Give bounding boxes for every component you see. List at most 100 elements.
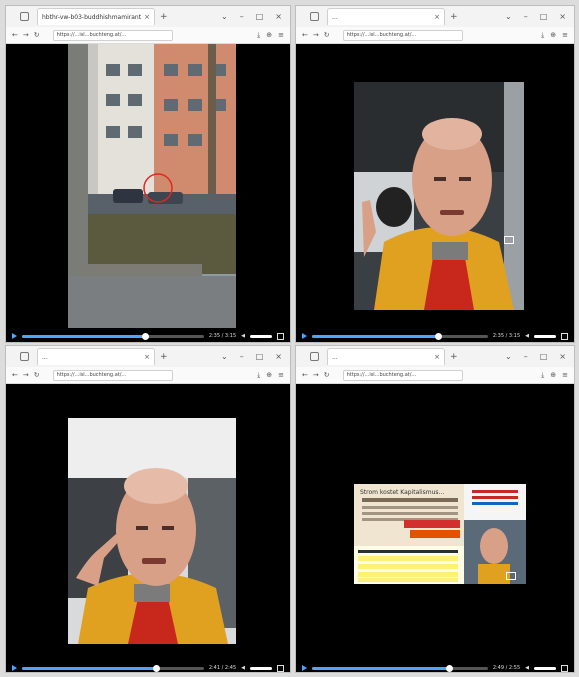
nav-bar: ← → ↻ https://...isl...buchteng.at/... ⤓…	[296, 27, 574, 44]
minimize-icon[interactable]: –	[524, 352, 528, 361]
close-window-icon[interactable]: ×	[275, 352, 282, 361]
fullscreen-icon[interactable]	[561, 332, 568, 340]
time-display: 2:35 / 3:15	[208, 333, 237, 339]
maximize-icon[interactable]: □	[256, 12, 264, 21]
tab-active[interactable]: ... ×	[327, 8, 445, 25]
volume-slider[interactable]	[534, 334, 556, 338]
back-arrow-icon[interactable]: ←	[12, 371, 18, 379]
fullscreen-icon[interactable]	[277, 332, 284, 340]
tab-active[interactable]: ... ×	[37, 348, 155, 365]
toolbar-icons: ⤓ ⊕ ≡	[541, 31, 574, 40]
play-icon[interactable]	[302, 333, 307, 339]
tab-overview-icon[interactable]	[20, 352, 29, 361]
video-frame[interactable]	[68, 44, 236, 328]
url-text: https://...isl...buchteng.at/...	[346, 372, 417, 378]
minimize-icon[interactable]: –	[524, 12, 528, 21]
window-controls: ⌄ – □ ×	[221, 352, 290, 361]
chevron-down-icon[interactable]: ⌄	[505, 352, 512, 361]
url-text: https://...isl...buchteng.at/...	[56, 32, 127, 38]
menu-icon[interactable]: ≡	[278, 31, 284, 40]
close-window-icon[interactable]: ×	[275, 12, 282, 21]
minimize-icon[interactable]: –	[240, 352, 244, 361]
volume-icon[interactable]: ◀	[525, 665, 529, 671]
download-icon[interactable]: ⤓	[257, 31, 260, 40]
reload-icon[interactable]: ↻	[324, 31, 330, 39]
tab-title: ...	[332, 13, 338, 21]
extensions-icon[interactable]: ⊕	[266, 31, 272, 40]
video-frame[interactable]	[354, 82, 524, 310]
back-arrow-icon[interactable]: ←	[302, 31, 308, 39]
volume-icon[interactable]: ◀	[241, 665, 245, 671]
maximize-icon[interactable]: □	[256, 352, 264, 361]
tab-active[interactable]: hbthr-vw-b03-buddhishmamiranttoh ×	[37, 8, 155, 25]
extensions-icon[interactable]: ⊕	[266, 371, 272, 380]
fullscreen-icon[interactable]	[561, 664, 568, 672]
fullscreen-icon[interactable]	[277, 664, 284, 672]
play-icon[interactable]	[12, 333, 17, 339]
reload-icon[interactable]: ↻	[324, 371, 330, 379]
forward-arrow-icon[interactable]: →	[313, 31, 319, 39]
close-window-icon[interactable]: ×	[559, 12, 566, 21]
forward-arrow-icon[interactable]: →	[23, 31, 29, 39]
seek-bar[interactable]	[312, 664, 488, 672]
extensions-icon[interactable]: ⊕	[550, 371, 556, 380]
volume-icon[interactable]: ◀	[241, 333, 245, 339]
seek-bar[interactable]	[312, 332, 488, 340]
nav-bar: ← → ↻ https://...isl...buchteng.at/... ⤓…	[6, 367, 290, 384]
collage-thumbnail-image: Strom kostet Kapitalismus...	[354, 484, 526, 584]
volume-slider[interactable]	[250, 666, 272, 670]
download-icon[interactable]: ⤓	[541, 31, 544, 40]
time-display: 2:35 / 3:15	[492, 333, 521, 339]
video-controls: 2:35 / 3:15 ◀	[296, 328, 574, 342]
plus-icon[interactable]: +	[160, 352, 168, 362]
seek-bar[interactable]	[22, 332, 204, 340]
seek-bar[interactable]	[22, 664, 204, 672]
download-icon[interactable]: ⤓	[257, 371, 260, 380]
close-icon[interactable]: ×	[144, 353, 150, 361]
close-icon[interactable]: ×	[144, 13, 150, 21]
close-window-icon[interactable]: ×	[559, 352, 566, 361]
close-icon[interactable]: ×	[434, 353, 440, 361]
forward-arrow-icon[interactable]: →	[23, 371, 29, 379]
tab-title: ...	[42, 353, 48, 361]
plus-icon[interactable]: +	[160, 12, 168, 22]
tab-overview-icon[interactable]	[310, 352, 319, 361]
video-frame[interactable]: Strom kostet Kapitalismus...	[354, 484, 526, 584]
url-field[interactable]: https://...isl...buchteng.at/...	[52, 369, 173, 381]
back-arrow-icon[interactable]: ←	[12, 31, 18, 39]
picture-in-picture-icon[interactable]	[506, 572, 516, 580]
close-icon[interactable]: ×	[434, 13, 440, 21]
reload-icon[interactable]: ↻	[34, 31, 40, 39]
menu-icon[interactable]: ≡	[562, 31, 568, 40]
play-icon[interactable]	[302, 665, 307, 671]
url-field[interactable]: https://...isl...buchteng.at/...	[342, 369, 463, 381]
volume-icon[interactable]: ◀	[525, 333, 529, 339]
chevron-down-icon[interactable]: ⌄	[221, 352, 228, 361]
chevron-down-icon[interactable]: ⌄	[221, 12, 228, 21]
download-icon[interactable]: ⤓	[541, 371, 544, 380]
menu-icon[interactable]: ≡	[278, 371, 284, 380]
extensions-icon[interactable]: ⊕	[550, 31, 556, 40]
maximize-icon[interactable]: □	[540, 12, 548, 21]
maximize-icon[interactable]: □	[540, 352, 548, 361]
menu-icon[interactable]: ≡	[562, 371, 568, 380]
video-frame[interactable]	[68, 418, 236, 644]
volume-slider[interactable]	[250, 334, 272, 338]
minimize-icon[interactable]: –	[240, 12, 244, 21]
tab-active[interactable]: ... ×	[327, 348, 445, 365]
play-icon[interactable]	[12, 665, 17, 671]
url-field[interactable]: https://...isl...buchteng.at/...	[52, 29, 173, 41]
url-text: https://...isl...buchteng.at/...	[56, 372, 127, 378]
tab-overview-icon[interactable]	[20, 12, 29, 21]
url-field[interactable]: https://...isl...buchteng.at/...	[342, 29, 463, 41]
plus-icon[interactable]: +	[450, 12, 458, 22]
plus-icon[interactable]: +	[450, 352, 458, 362]
volume-slider[interactable]	[534, 666, 556, 670]
tab-overview-icon[interactable]	[310, 12, 319, 21]
chevron-down-icon[interactable]: ⌄	[505, 12, 512, 21]
reload-icon[interactable]: ↻	[34, 371, 40, 379]
toolbar-icons: ⤓ ⊕ ≡	[541, 371, 574, 380]
forward-arrow-icon[interactable]: →	[313, 371, 319, 379]
back-arrow-icon[interactable]: ←	[302, 371, 308, 379]
picture-in-picture-icon[interactable]	[504, 236, 514, 244]
